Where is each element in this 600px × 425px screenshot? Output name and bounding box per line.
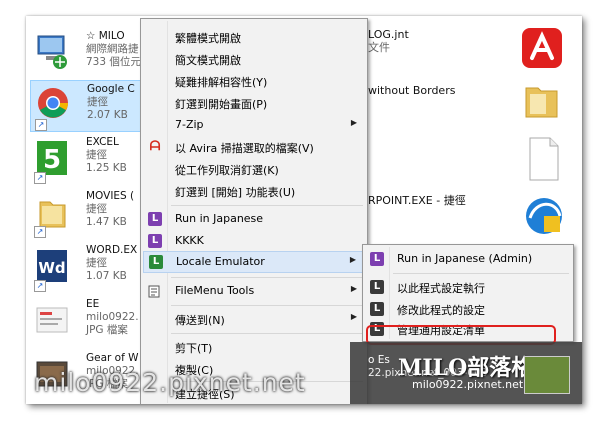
avira-app-icon[interactable]: [520, 26, 564, 70]
menu-item-pin-start-screen[interactable]: 釘選到開始畫面(P): [143, 93, 365, 113]
file-size: 1.07 KB: [86, 270, 127, 282]
shortcut-arrow-icon: ↗: [34, 226, 46, 238]
file-name: without Borders: [368, 84, 456, 97]
submenu-arrow-icon: ▶: [349, 255, 356, 264]
submenu-item-run-with-app-profile[interactable]: L 以此程式設定執行: [365, 277, 571, 297]
file-type: 捷徑: [86, 203, 107, 215]
avira-icon: ᗩ: [149, 139, 161, 154]
menu-item-unpin-taskbar[interactable]: 從工作列取消釘選(K): [143, 159, 365, 179]
document-icon[interactable]: [526, 136, 562, 182]
file-item-log[interactable]: LOG.jnt 文件: [368, 28, 409, 54]
file-type: 文件: [368, 41, 390, 54]
file-size: 2.07 KB: [87, 109, 128, 121]
brand-url: milo0922.pixnet.net: [412, 378, 524, 391]
file-type: milo0922.: [86, 311, 139, 323]
explorer-window: ☆ MILO 網際網路捷 733 個位元 ↗ Google C 捷徑 2.07 …: [26, 16, 582, 404]
menu-separator: [171, 333, 363, 334]
menu-item-troubleshoot-compat[interactable]: 疑難排解相容性(Y): [143, 71, 365, 91]
menu-item-open-traditional[interactable]: 繁體模式開啟: [143, 27, 365, 47]
file-name: RPOINT.EXE - 捷徑: [368, 194, 466, 207]
locale-emulator-icon: L: [148, 212, 162, 226]
file-size: 733 個位元: [86, 56, 141, 68]
image-thumbnail-icon: [36, 307, 68, 333]
file-item-excel[interactable]: 5 ↗ EXCEL 捷徑 1.25 KB: [30, 134, 150, 184]
menu-item-run-in-japanese[interactable]: L Run in Japanese: [143, 209, 365, 229]
network-shortcut-icon: [37, 35, 67, 69]
file-item-without-borders[interactable]: without Borders: [368, 84, 455, 97]
file-item-milo-link[interactable]: ☆ MILO 網際網路捷 733 個位元: [30, 28, 150, 78]
submenu-arrow-icon: ▶: [350, 118, 357, 127]
file-type: 捷徑: [87, 96, 108, 108]
submenu-arrow-icon: ▶: [350, 284, 357, 293]
locale-emulator-icon: L: [370, 302, 384, 316]
file-name: EE: [86, 298, 100, 310]
file-type: 捷徑: [86, 149, 107, 161]
file-name: WORD.EX: [86, 244, 138, 256]
file-size: 1.25 KB: [86, 162, 127, 174]
shortcut-arrow-icon: ↗: [34, 172, 46, 184]
menu-item-7zip[interactable]: 7-Zip ▶: [143, 115, 365, 135]
menu-separator: [171, 277, 363, 278]
file-name: Google C: [87, 83, 135, 95]
menu-item-cut[interactable]: 剪下(T): [143, 337, 365, 357]
locale-emulator-icon: L: [148, 234, 162, 248]
file-item-powerpoint[interactable]: RPOINT.EXE - 捷徑: [368, 192, 466, 208]
file-item-movies[interactable]: ↗ MOVIES ( 捷徑 1.47 KB: [30, 188, 150, 238]
shortcut-arrow-icon: ↗: [35, 119, 47, 131]
menu-separator: [171, 305, 363, 306]
file-type: 捷徑: [86, 257, 107, 269]
file-name: MOVIES (: [86, 190, 135, 202]
file-type: 網際網路捷: [86, 43, 139, 55]
folder-icon[interactable]: [522, 78, 562, 122]
menu-item-filemenu-tools[interactable]: FileMenu Tools ▶: [143, 281, 365, 301]
locale-emulator-icon: L: [149, 255, 163, 269]
file-item-ee-jpg[interactable]: EE milo0922. JPG 檔案: [30, 296, 150, 346]
menu-item-avira-scan[interactable]: ᗩ 以 Avira 掃描選取的檔案(V): [143, 137, 365, 157]
menu-item-pin-start-menu[interactable]: 釘選到 [開始] 功能表(U): [143, 181, 365, 201]
submenu-arrow-icon: ▶: [350, 312, 357, 321]
file-item-word[interactable]: Wd ↗ WORD.EX 捷徑 1.07 KB: [30, 242, 150, 292]
submenu-item-run-japanese-admin[interactable]: L Run in Japanese (Admin): [365, 249, 571, 269]
file-name: EXCEL: [86, 136, 119, 148]
file-size: JPG 檔案: [86, 324, 128, 336]
locale-emulator-icon: L: [370, 280, 384, 294]
brand-thumbnail: [524, 356, 570, 394]
menu-item-kkkk[interactable]: L KKKK: [143, 231, 365, 251]
file-item-google-chrome[interactable]: ↗ Google C 捷徑 2.07 KB: [30, 80, 144, 132]
menu-item-locale-emulator[interactable]: L Locale Emulator ▶: [143, 251, 365, 273]
shortcut-arrow-icon: ↗: [34, 280, 46, 292]
menu-item-send-to[interactable]: 傳送到(N) ▶: [143, 309, 365, 329]
menu-separator: [171, 205, 363, 206]
file-name: Gear of W: [86, 352, 139, 364]
watermark-text: milo0922.pixnet.net: [34, 368, 306, 397]
menu-item-open-simplified[interactable]: 簡文模式開啟: [143, 49, 365, 69]
submenu-item-modify-app-profile[interactable]: L 修改此程式的設定: [365, 299, 571, 319]
menu-separator: [393, 273, 569, 274]
file-name: ☆ MILO: [86, 30, 125, 42]
filemenu-tools-icon: [148, 285, 160, 298]
context-menu: 繁體模式開啟 簡文模式開啟 疑難排解相容性(Y) 釘選到開始畫面(P) 7-Zi…: [140, 18, 368, 404]
windows-ie-icon[interactable]: [522, 194, 566, 238]
svg-text:Wd: Wd: [38, 259, 65, 277]
locale-emulator-icon: L: [370, 252, 384, 266]
svg-text:5: 5: [43, 145, 61, 175]
file-name: LOG.jnt: [368, 28, 409, 41]
file-size: 1.47 KB: [86, 216, 127, 228]
